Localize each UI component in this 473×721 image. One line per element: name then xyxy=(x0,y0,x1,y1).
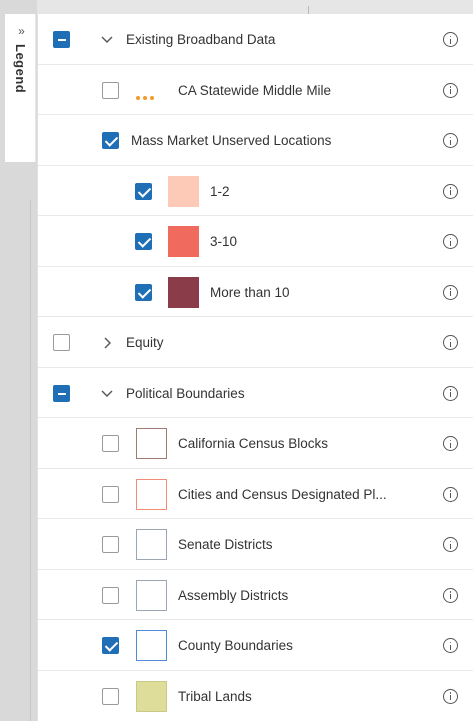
group-label: Existing Broadband Data xyxy=(126,32,276,47)
layer-checkbox[interactable] xyxy=(102,132,119,149)
outline-swatch-icon xyxy=(136,428,167,459)
layer-item-census-blocks[interactable]: California Census Blocks xyxy=(38,418,473,469)
info-icon[interactable] xyxy=(443,587,458,603)
outline-swatch-icon xyxy=(136,529,167,560)
layer-checkbox[interactable] xyxy=(102,485,119,503)
info-icon[interactable] xyxy=(443,486,458,502)
layer-item-mass-market-unserved[interactable]: Mass Market Unserved Locations xyxy=(38,115,473,166)
group-label: Political Boundaries xyxy=(126,385,245,401)
info-icon[interactable] xyxy=(443,32,458,47)
layer-item-senate-districts[interactable]: Senate Districts xyxy=(38,519,473,570)
layer-group-existing-broadband[interactable]: Existing Broadband Data xyxy=(38,14,473,65)
collapse-chevron-icon[interactable]: » xyxy=(5,24,36,38)
info-icon[interactable] xyxy=(443,335,458,350)
group-checkbox-equity[interactable] xyxy=(53,334,70,351)
info-icon[interactable] xyxy=(443,638,458,653)
layer-checkbox[interactable] xyxy=(102,637,119,654)
layer-checkbox[interactable] xyxy=(102,687,119,705)
chevron-down-icon[interactable] xyxy=(100,387,114,401)
layer-label: Mass Market Unserved Locations xyxy=(131,133,332,148)
layer-checkbox[interactable] xyxy=(102,536,119,553)
info-icon[interactable] xyxy=(443,234,458,249)
layer-item-middle-mile[interactable]: CA Statewide Middle Mile xyxy=(38,65,473,115)
legend-tab[interactable]: » Legend xyxy=(5,14,36,162)
class-label: 3-10 xyxy=(210,234,238,249)
legend-class-more-than-10[interactable]: More than 10 xyxy=(38,267,473,317)
chevron-down-icon[interactable] xyxy=(100,33,114,47)
layer-label: Tribal Lands xyxy=(178,688,252,704)
class-checkbox[interactable] xyxy=(135,233,152,250)
info-icon[interactable] xyxy=(443,436,458,451)
outline-swatch-icon xyxy=(136,579,167,611)
layer-item-assembly-districts[interactable]: Assembly Districts xyxy=(38,570,473,620)
fill-swatch-icon xyxy=(168,276,199,308)
fill-swatch-icon xyxy=(136,680,167,712)
layer-label: Senate Districts xyxy=(178,537,273,552)
layer-label: CA Statewide Middle Mile xyxy=(178,82,332,98)
legend-class-3-10[interactable]: 3-10 xyxy=(38,216,473,267)
info-icon[interactable] xyxy=(443,385,458,401)
outline-swatch-icon xyxy=(136,478,167,510)
info-icon[interactable] xyxy=(443,537,458,552)
fill-swatch-icon xyxy=(168,226,199,257)
info-icon[interactable] xyxy=(443,133,458,148)
class-checkbox[interactable] xyxy=(135,283,152,301)
layer-item-cities-cdp[interactable]: Cities and Census Designated Pl... xyxy=(38,469,473,519)
layer-item-county-boundaries[interactable]: County Boundaries xyxy=(38,620,473,671)
layer-group-political-boundaries[interactable]: Political Boundaries xyxy=(38,368,473,418)
layer-checkbox[interactable] xyxy=(102,586,119,604)
group-label: Equity xyxy=(126,335,164,350)
legend-panel: Existing Broadband Data CA Statewide Mid… xyxy=(37,14,473,721)
layer-item-tribal-lands[interactable]: Tribal Lands xyxy=(38,671,473,721)
layer-checkbox[interactable] xyxy=(102,435,119,452)
legend-class-1-2[interactable]: 1-2 xyxy=(38,166,473,216)
dotted-line-icon xyxy=(136,87,157,105)
outline-swatch-icon xyxy=(136,630,167,661)
layer-checkbox[interactable] xyxy=(102,81,119,99)
info-icon[interactable] xyxy=(443,183,458,199)
layer-label: County Boundaries xyxy=(178,638,293,653)
info-icon[interactable] xyxy=(443,284,458,300)
class-label: More than 10 xyxy=(210,284,290,300)
class-checkbox[interactable] xyxy=(135,182,152,200)
info-icon[interactable] xyxy=(443,688,458,704)
map-road-line xyxy=(308,6,309,14)
chevron-right-icon[interactable] xyxy=(100,336,114,350)
map-road-line xyxy=(30,200,31,721)
group-checkbox-existing-broadband[interactable] xyxy=(53,31,70,48)
group-checkbox-political-boundaries[interactable] xyxy=(53,384,70,402)
layer-group-equity[interactable]: Equity xyxy=(38,317,473,368)
layer-label: Cities and Census Designated Pl... xyxy=(178,486,387,502)
map-background-top xyxy=(0,0,473,14)
legend-tab-label: Legend xyxy=(13,44,28,94)
layer-label: Assembly Districts xyxy=(178,587,289,603)
layer-label: California Census Blocks xyxy=(178,436,329,451)
class-label: 1-2 xyxy=(210,183,230,199)
fill-swatch-icon xyxy=(168,175,199,207)
info-icon[interactable] xyxy=(443,82,458,98)
